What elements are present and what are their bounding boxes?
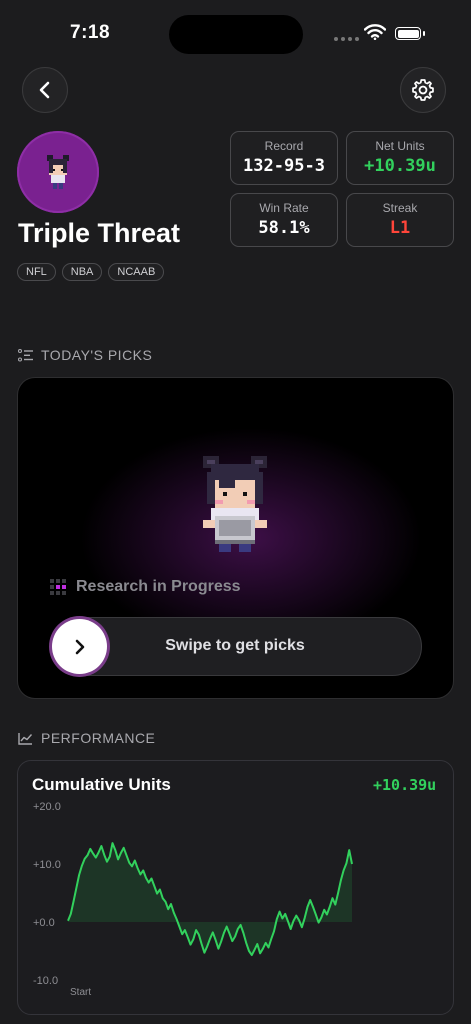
section-title: PERFORMANCE: [41, 730, 156, 746]
todays-picks-heading: TODAY'S PICKS: [18, 347, 152, 363]
league-tag-ncaab[interactable]: NCAAB: [108, 263, 165, 281]
stat-value: +10.39u: [364, 156, 436, 176]
league-tag-nba[interactable]: NBA: [61, 263, 103, 281]
chevron-right-icon: [75, 639, 84, 654]
avatar: [17, 131, 99, 213]
battery-icon: [395, 27, 421, 40]
profile-name: Triple Threat: [18, 218, 181, 248]
stat-label: Win Rate: [259, 201, 309, 215]
back-button[interactable]: [22, 67, 68, 113]
swipe-handle[interactable]: [52, 619, 107, 674]
trend-chart-icon: [18, 732, 33, 745]
gear-icon: [412, 79, 434, 101]
stat-label: Streak: [382, 201, 418, 215]
chart-total: +10.39u: [373, 776, 437, 794]
status-time: 7:18: [70, 22, 111, 43]
stat-streak: Streak L1: [346, 193, 454, 247]
stat-record: Record 132-95-3: [230, 131, 338, 185]
dynamic-island: [169, 15, 303, 54]
loading-dots-icon: [50, 579, 66, 595]
performance-card: [17, 760, 454, 1015]
stat-label: Net Units: [375, 139, 425, 153]
research-text: Research in Progress: [76, 578, 241, 595]
research-status: Research in Progress: [50, 578, 241, 596]
pixel-character-icon: [47, 155, 69, 189]
league-tags: NFL NBA NCAAB: [17, 263, 165, 281]
researcher-character-icon: [203, 456, 267, 552]
chevron-left-icon: [39, 81, 50, 99]
status-bar: 7:18: [0, 0, 471, 70]
wifi-icon: [364, 24, 386, 40]
performance-heading: PERFORMANCE: [18, 730, 155, 746]
cellular-signal-icon: [334, 37, 359, 41]
stat-net-units: Net Units +10.39u: [346, 131, 454, 185]
list-icon: [18, 348, 33, 361]
battery-tip: [423, 31, 425, 36]
stat-label: Record: [264, 139, 304, 153]
settings-button[interactable]: [400, 67, 446, 113]
stat-value: 58.1%: [258, 218, 310, 238]
chart-title: Cumulative Units: [32, 775, 171, 794]
league-tag-nfl[interactable]: NFL: [17, 263, 56, 281]
section-title: TODAY'S PICKS: [41, 347, 153, 363]
stat-value: L1: [389, 218, 411, 238]
swipe-label: Swipe to get picks: [165, 637, 305, 654]
stat-value: 132-95-3: [243, 156, 325, 176]
stat-win-rate: Win Rate 58.1%: [230, 193, 338, 247]
